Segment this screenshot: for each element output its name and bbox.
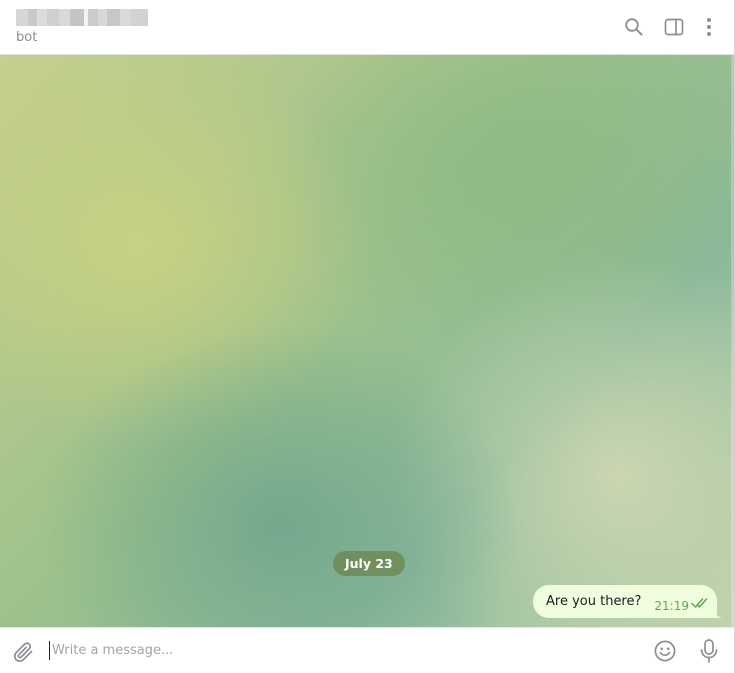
chat-window: bot July 23 Are you there? 21:19 Write a… — [0, 0, 735, 673]
message-composer — [0, 627, 734, 673]
message-area[interactable]: July 23 Are you there? 21:19 — [0, 55, 734, 627]
chat-header: bot — [0, 0, 734, 55]
double-check-icon — [691, 598, 708, 608]
message-input[interactable] — [50, 637, 632, 663]
message-text: Are you there? — [546, 594, 642, 609]
paperclip-icon[interactable] — [12, 640, 36, 664]
search-icon[interactable] — [621, 14, 647, 40]
message-time: 21:19 — [654, 599, 689, 613]
outgoing-message[interactable]: Are you there? 21:19 — [533, 585, 723, 618]
bubble-tail — [713, 608, 723, 618]
scrollbar-track[interactable] — [731, 55, 734, 627]
peer-name-blurred[interactable] — [16, 9, 148, 26]
sidebar-toggle-icon[interactable] — [661, 14, 687, 40]
date-separator: July 23 — [333, 551, 405, 576]
microphone-icon[interactable] — [697, 638, 721, 664]
more-vertical-icon[interactable] — [696, 14, 722, 40]
peer-status: bot — [16, 30, 38, 45]
emoji-icon[interactable] — [653, 639, 677, 663]
